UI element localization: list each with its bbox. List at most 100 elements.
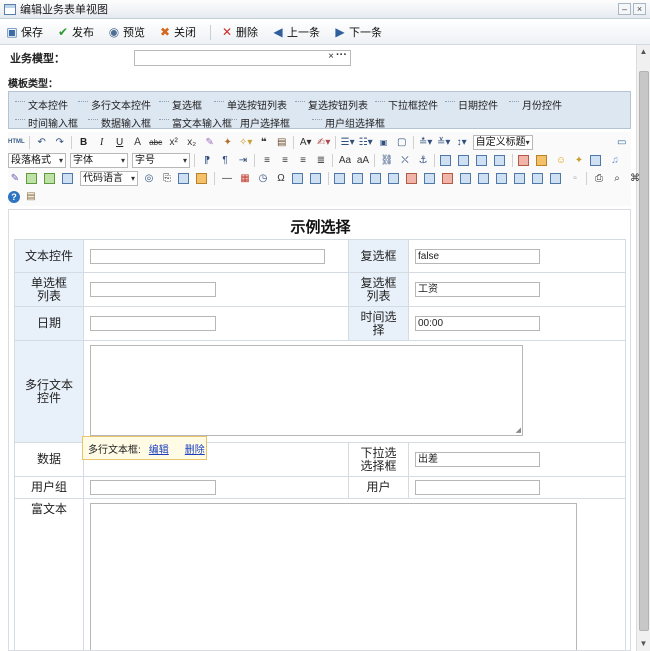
template-option[interactable]: 用户组选择框 [312, 115, 385, 130]
redo-icon[interactable]: ↷ [53, 135, 67, 150]
multiline-textarea[interactable]: ◢ [90, 345, 523, 436]
scrawl-icon[interactable]: ✦ [572, 153, 586, 168]
checkbox-value-input[interactable]: false [415, 248, 540, 264]
time-icon[interactable]: ◷ [256, 171, 270, 186]
publish-button[interactable]: ✔ 发布 [57, 24, 94, 40]
image-none-icon[interactable] [440, 155, 451, 166]
align-center-icon[interactable]: ≡ [278, 153, 292, 168]
merge-cells-icon[interactable] [460, 173, 471, 184]
save-button[interactable]: ▣ 保存 [6, 24, 43, 40]
insert-row-icon[interactable] [388, 173, 399, 184]
merge-right-icon[interactable] [478, 173, 489, 184]
anchor-icon[interactable]: ⚓ [416, 153, 430, 168]
font-color-icon[interactable]: A▾ [299, 135, 313, 150]
template-option[interactable]: 时间输入框 [15, 115, 78, 130]
strikethrough-icon[interactable]: abc [149, 135, 163, 150]
bold-icon[interactable]: B [77, 135, 91, 150]
prev-record-button[interactable]: ◀ 上一条 [272, 24, 320, 40]
image-left-icon[interactable] [458, 155, 469, 166]
vertical-scrollbar[interactable]: ▲ ▼ [636, 45, 650, 651]
subscript-icon[interactable]: x₂ [185, 135, 199, 150]
preview-doc-icon[interactable]: ⌕ [610, 171, 624, 186]
next-record-button[interactable]: ▶ 下一条 [334, 24, 382, 40]
align-justify-icon[interactable]: ≣ [314, 153, 328, 168]
scroll-thumb[interactable] [639, 71, 649, 631]
drafts-icon[interactable]: ▤ [24, 189, 38, 204]
text-control-input[interactable] [90, 248, 325, 264]
tooltip-edit-link[interactable]: 编辑 [149, 441, 169, 456]
template-option[interactable]: 用户选择框 [227, 115, 290, 130]
search-replace-icon[interactable]: ⌘ [628, 171, 642, 186]
insert-col-icon[interactable] [424, 173, 435, 184]
time-input[interactable]: 00:00 [415, 316, 540, 331]
user-group-input[interactable] [90, 480, 216, 495]
indent-icon[interactable]: ⇥ [236, 153, 250, 168]
font-family-select[interactable]: 字体 [70, 153, 128, 168]
template-option[interactable]: 下拉框控件 [375, 97, 438, 112]
delete-col-icon[interactable] [442, 173, 453, 184]
template-option[interactable]: 多行文本控件 [78, 97, 151, 112]
eraser-icon[interactable]: ✎ [203, 135, 217, 150]
custom-title-select[interactable]: 自定义标题 [472, 135, 533, 150]
template-option[interactable]: 月份控件 [509, 97, 562, 112]
template-option[interactable]: 单选按钮列表 [214, 97, 287, 112]
emotion-icon[interactable]: ☺ [554, 153, 568, 168]
minimize-button[interactable]: – [618, 3, 631, 15]
unordered-list-icon[interactable]: ☷▾ [359, 135, 373, 150]
link-icon[interactable]: ⛓ [380, 153, 394, 168]
align-left-icon[interactable]: ≡ [260, 153, 274, 168]
word-image-icon[interactable] [310, 173, 321, 184]
user-input[interactable] [415, 480, 540, 495]
border-icon[interactable]: Ａ [131, 135, 145, 150]
date-input[interactable] [90, 316, 216, 331]
chart-icon[interactable]: ▫ [568, 171, 582, 186]
close-window-button[interactable]: × [633, 3, 646, 15]
horizontal-rule-icon[interactable]: — [220, 171, 234, 186]
html-source-icon[interactable]: HTML [8, 135, 25, 150]
insert-image-icon[interactable] [536, 155, 547, 166]
clear-icon[interactable]: × [328, 51, 334, 62]
template-option[interactable]: 日期控件 [445, 97, 498, 112]
page-break-icon[interactable]: ⎘ [160, 171, 174, 186]
split-rows-icon[interactable] [532, 173, 543, 184]
clear-doc-icon[interactable]: ▢ [395, 135, 409, 150]
gmap-icon[interactable] [44, 173, 55, 184]
map-icon[interactable] [26, 173, 37, 184]
editor-document[interactable]: 示例选择 文本控件 复选框 false 单选框列表 复选框列表 工资 日期 时间… [8, 209, 631, 651]
date-icon[interactable]: ▦ [238, 171, 252, 186]
delete-row-icon[interactable] [406, 173, 417, 184]
template-option[interactable]: 富文本输入框 [159, 115, 232, 130]
rtl-icon[interactable]: ¶ [218, 153, 232, 168]
preview-button[interactable]: ◉ 预览 [108, 24, 145, 40]
delete-button[interactable]: ✕ 删除 [221, 24, 258, 40]
insert-frame-icon[interactable] [62, 173, 73, 184]
split-cells-icon[interactable] [514, 173, 525, 184]
line-height-icon[interactable]: ↕▾ [455, 135, 469, 150]
italic-icon[interactable]: I [95, 135, 109, 150]
simple-upload-icon[interactable] [518, 155, 529, 166]
resize-grip-icon[interactable]: ◢ [516, 426, 521, 434]
row-spacing-top-icon[interactable]: ≛▾ [419, 135, 433, 150]
fullscreen-icon[interactable]: ▭ [615, 135, 629, 150]
insert-paragraph-before-table-icon[interactable] [370, 173, 381, 184]
ordered-list-icon[interactable]: ☰▾ [341, 135, 355, 150]
template-icon[interactable] [178, 173, 189, 184]
row-spacing-bottom-icon[interactable]: ≚▾ [437, 135, 451, 150]
superscript-icon[interactable]: x² [167, 135, 181, 150]
image-center-icon[interactable] [494, 155, 505, 166]
radio-list-input[interactable] [90, 282, 216, 297]
paste-text-icon[interactable]: ▤ [275, 135, 289, 150]
split-cols-icon[interactable] [550, 173, 561, 184]
business-model-input[interactable]: × ··· [134, 49, 351, 66]
help-icon[interactable]: ? [8, 190, 20, 203]
template-option[interactable]: 文本控件 [15, 97, 68, 112]
attachment-icon[interactable]: ✎ [8, 171, 22, 186]
font-size-select[interactable]: 字号 [132, 153, 190, 168]
align-right-icon[interactable]: ≡ [296, 153, 310, 168]
checkbox-list-input[interactable]: 工资 [415, 282, 540, 297]
rich-text-area[interactable] [90, 503, 577, 650]
ltr-icon[interactable]: ⁋ [200, 153, 214, 168]
image-right-icon[interactable] [476, 155, 487, 166]
background-icon[interactable] [196, 173, 207, 184]
insert-video-icon[interactable] [590, 155, 601, 166]
